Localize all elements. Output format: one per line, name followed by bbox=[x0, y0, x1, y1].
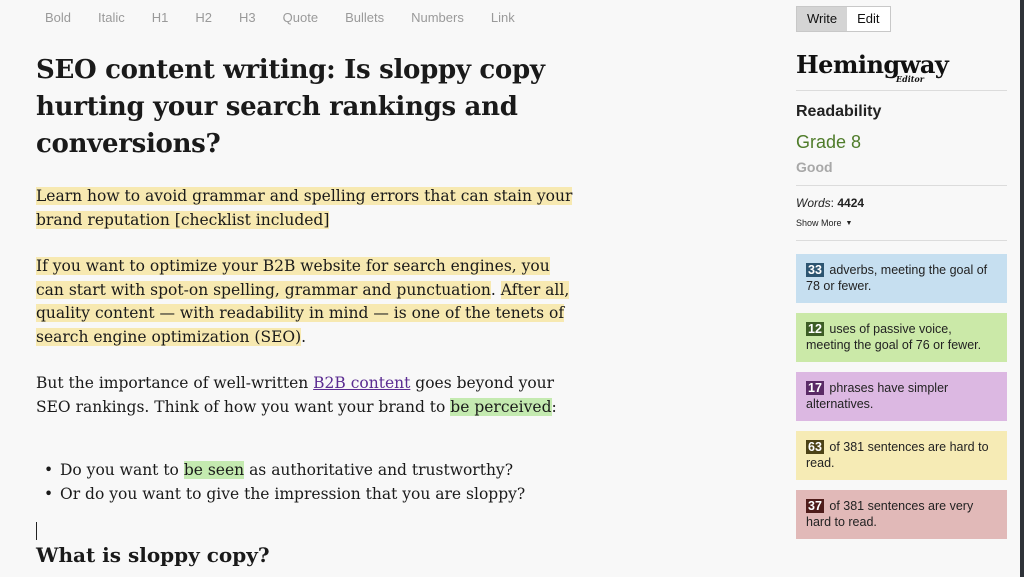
hard-sentences-card[interactable]: 63 of 381 sentences are hard to read. bbox=[796, 431, 1007, 480]
caret-down-icon: ▼ bbox=[845, 219, 853, 227]
subheading[interactable]: What is sloppy copy? bbox=[36, 542, 576, 568]
editor-area[interactable]: SEO content writing: Is sloppy copy hurt… bbox=[36, 52, 576, 568]
very-hard-sentences-count: 37 bbox=[806, 499, 824, 513]
sentence-separator: . bbox=[490, 280, 501, 299]
very-hard-sentences-card[interactable]: 37 of 381 sentences are very hard to rea… bbox=[796, 490, 1007, 539]
very-hard-sentences-text: of 381 sentences are very hard to read. bbox=[806, 499, 974, 529]
grade-description: Good bbox=[796, 159, 833, 175]
intro-paragraph[interactable]: Learn how to avoid grammar and spelling … bbox=[36, 185, 576, 232]
bold-button[interactable]: Bold bbox=[45, 10, 71, 25]
h3-button[interactable]: H3 bbox=[239, 10, 256, 25]
hemingway-logo: Hemingway Editor bbox=[796, 50, 1007, 90]
hard-sentences-count: 63 bbox=[806, 440, 824, 454]
readability-heading: Readability bbox=[796, 103, 882, 120]
simpler-alternatives-text: phrases have simpler alternatives. bbox=[806, 381, 949, 411]
divider bbox=[796, 90, 1007, 91]
paragraph-3[interactable]: But the importance of well-written B2B c… bbox=[36, 372, 576, 419]
passive-voice-text: uses of passive voice, meeting the goal … bbox=[806, 322, 982, 352]
numbers-button[interactable]: Numbers bbox=[411, 10, 464, 25]
text-cursor bbox=[36, 522, 37, 540]
quote-button[interactable]: Quote bbox=[283, 10, 318, 25]
paragraph-text: But the importance of well-written bbox=[36, 374, 314, 392]
h1-button[interactable]: H1 bbox=[152, 10, 169, 25]
bullets-button[interactable]: Bullets bbox=[345, 10, 384, 25]
colon: : bbox=[551, 397, 557, 416]
list-item[interactable]: • Do you want to be seen as authoritative… bbox=[44, 459, 576, 483]
word-count: Words: 4424 bbox=[796, 196, 1007, 210]
hard-sentence-highlight[interactable]: Learn how to avoid grammar and spelling … bbox=[36, 187, 573, 229]
word-count-value: 4424 bbox=[837, 196, 865, 210]
document-title[interactable]: SEO content writing: Is sloppy copy hurt… bbox=[36, 52, 576, 163]
edit-mode-button[interactable]: Edit bbox=[847, 7, 890, 31]
adverbs-count: 33 bbox=[806, 263, 824, 277]
divider bbox=[796, 240, 1007, 241]
grade-level: Grade 8 bbox=[796, 132, 862, 152]
list-item[interactable]: • Or do you want to give the impression t… bbox=[44, 483, 576, 507]
simpler-alternatives-card[interactable]: 17 phrases have simpler alternatives. bbox=[796, 372, 1007, 421]
italic-button[interactable]: Italic bbox=[98, 10, 125, 25]
h2-button[interactable]: H2 bbox=[195, 10, 212, 25]
b2b-content-link[interactable]: B2B content bbox=[313, 374, 410, 392]
formatting-toolbar: Bold Italic H1 H2 H3 Quote Bullets Numbe… bbox=[0, 0, 542, 34]
bullet-icon: • bbox=[44, 484, 54, 503]
paragraph-2[interactable]: If you want to optimize your B2B website… bbox=[36, 255, 576, 349]
logo-text: Hemingway bbox=[796, 50, 949, 79]
adverbs-text: adverbs, meeting the goal of 78 or fewer… bbox=[806, 263, 988, 293]
window-edge bbox=[1020, 0, 1024, 577]
hard-sentence-highlight[interactable]: If you want to optimize your B2B website… bbox=[36, 257, 550, 299]
simpler-alternatives-count: 17 bbox=[806, 381, 824, 395]
passive-voice-highlight[interactable]: be perceived bbox=[450, 397, 552, 416]
list-item-text: Or do you want to give the impression th… bbox=[60, 484, 526, 503]
list-item-text: as authoritative and trustworthy? bbox=[244, 461, 513, 479]
list-item-text: Do you want to bbox=[60, 461, 184, 479]
sidebar: Write Edit Hemingway Editor Readability … bbox=[796, 6, 1007, 549]
adverbs-card[interactable]: 33 adverbs, meeting the goal of 78 or fe… bbox=[796, 254, 1007, 303]
bullet-list: • Do you want to be seen as authoritative… bbox=[36, 459, 576, 506]
word-count-label: Words bbox=[796, 196, 831, 210]
passive-voice-highlight[interactable]: be seen bbox=[183, 461, 245, 479]
write-mode-button[interactable]: Write bbox=[797, 7, 848, 31]
link-button[interactable]: Link bbox=[491, 10, 515, 25]
show-more-toggle[interactable]: Show More ▼ bbox=[796, 218, 852, 228]
divider bbox=[796, 185, 1007, 186]
period: . bbox=[301, 327, 307, 346]
hard-sentences-text: of 381 sentences are hard to read. bbox=[806, 440, 989, 470]
bullet-icon: • bbox=[44, 461, 54, 479]
passive-voice-count: 12 bbox=[806, 322, 824, 336]
mode-toggle: Write Edit bbox=[796, 6, 891, 32]
logo-subtext: Editor bbox=[896, 74, 924, 84]
passive-voice-card[interactable]: 12 uses of passive voice, meeting the go… bbox=[796, 313, 1007, 362]
show-more-label: Show More bbox=[796, 218, 842, 228]
stat-cards: 33 adverbs, meeting the goal of 78 or fe… bbox=[796, 254, 1007, 539]
